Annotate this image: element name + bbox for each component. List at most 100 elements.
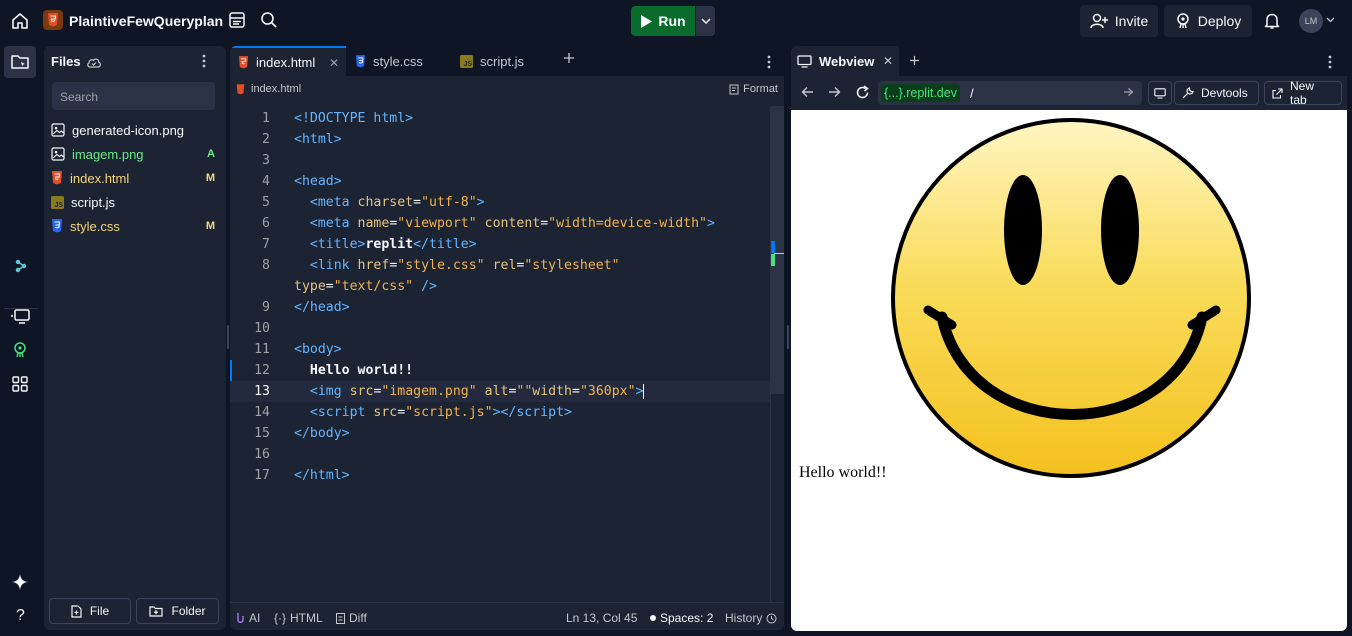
code-line: 9 </head> [262, 300, 350, 315]
ai-icon [236, 612, 245, 624]
code-line: 1 <!DOCTYPE html> [262, 111, 414, 126]
webview-page[interactable]: Hello world!! [791, 110, 1347, 631]
cloud-sync-icon [86, 56, 102, 68]
file-name: generated-icon.png [72, 122, 185, 138]
file-tree-item[interactable]: style.css M [51, 215, 219, 237]
new-tab-plus-icon[interactable] [563, 52, 575, 64]
code-line: 7 <title>replit</title> [262, 237, 477, 252]
files-resize-handle[interactable] [227, 325, 229, 349]
home-icon[interactable] [10, 11, 30, 31]
smiley-face-image [891, 118, 1251, 478]
deploy-button[interactable]: Deploy [1164, 5, 1252, 37]
reload-icon[interactable] [855, 85, 870, 100]
cursor-position[interactable]: Ln 13, Col 45 [566, 611, 637, 625]
css-icon [355, 54, 366, 68]
file-icon [71, 604, 82, 618]
tab-index-html[interactable]: index.html ✕ [230, 46, 346, 76]
close-icon[interactable]: ✕ [329, 56, 339, 70]
invite-label: Invite [1114, 13, 1149, 29]
bell-icon[interactable] [1264, 12, 1280, 30]
agent-icon[interactable] [10, 256, 30, 276]
code-line: 4 <head> [262, 174, 342, 189]
history-icon [766, 613, 777, 624]
code-area[interactable]: 1 <!DOCTYPE html> 2 <html> 3 4 <head> 5 <me… [230, 108, 770, 486]
url-host: {...}.replit.dev [881, 84, 960, 102]
url-input[interactable]: {...}.replit.dev / [878, 81, 1142, 105]
code-line: 5 <meta charset="utf-8"> [262, 195, 485, 210]
css-icon [51, 219, 63, 233]
code-line: 6 <meta name="viewport" content="width=d… [262, 216, 715, 231]
code-line: 14 <script src="script.js"></script> [254, 405, 572, 420]
more-options-icon[interactable] [1328, 55, 1332, 69]
webview-tool-icon[interactable] [10, 306, 30, 326]
sparkle-icon[interactable] [10, 572, 30, 592]
run-options-button[interactable] [696, 6, 715, 36]
tab-style-css[interactable]: style.css [347, 46, 451, 76]
new-folder-label: Folder [171, 604, 206, 618]
code-line: 2 <html> [262, 132, 342, 147]
forward-arrow-icon[interactable] [828, 86, 841, 98]
run-button[interactable]: Run [631, 6, 695, 36]
language-button[interactable]: {·} HTML [274, 611, 323, 625]
tab-webview[interactable]: Webview ✕ [791, 46, 899, 76]
more-options-icon[interactable] [202, 54, 206, 68]
file-tree-item[interactable]: JS script.js [51, 191, 219, 213]
play-icon [640, 14, 653, 28]
file-tree-item[interactable]: index.html M [51, 167, 219, 189]
files-icon[interactable] [10, 52, 30, 72]
dot-icon [650, 615, 656, 621]
scroll-cursor-marker [774, 253, 784, 254]
file-tree-item[interactable]: imagem.png A [51, 143, 219, 165]
diff-button[interactable]: Diff [336, 611, 367, 625]
avatar[interactable]: LM [1299, 9, 1323, 33]
search-icon[interactable] [260, 11, 278, 29]
deploy-label: Deploy [1197, 13, 1242, 29]
devtools-button[interactable]: Devtools [1174, 81, 1259, 105]
history-button[interactable]: History [725, 611, 777, 625]
code-line: 15 </body> [254, 426, 350, 441]
chevron-down-icon[interactable] [1326, 17, 1335, 23]
page-hello-text: Hello world!! [799, 464, 887, 481]
html-icon [238, 55, 249, 69]
breadcrumb-file[interactable]: index.html [251, 83, 301, 95]
invite-button[interactable]: Invite [1080, 5, 1158, 37]
code-line: 11 <body> [254, 342, 342, 357]
run-label: Run [658, 13, 686, 29]
code-line: 10 [254, 321, 270, 336]
file-name: index.html [70, 170, 130, 186]
close-icon[interactable]: ✕ [883, 54, 893, 68]
indentation-button[interactable]: Spaces: 2 [650, 611, 713, 625]
editor-resize-handle[interactable] [787, 325, 789, 349]
open-new-tab-button[interactable]: New tab [1264, 79, 1342, 107]
folder-icon [149, 605, 164, 617]
deployments-icon[interactable] [10, 340, 30, 360]
code-line-current: 13 <img src="imagem.png" alt=""width="36… [230, 381, 770, 402]
language-label: HTML [290, 611, 323, 625]
format-button[interactable]: Format [729, 83, 778, 95]
git-status-badge: M [205, 220, 215, 232]
files-panel: Files Search generated-icon.png imagem.pn… [44, 46, 226, 630]
new-tab-plus-icon[interactable] [909, 55, 920, 66]
all-tools-icon[interactable] [10, 374, 30, 394]
new-folder-button[interactable]: Folder [136, 598, 219, 624]
project-name[interactable]: PlaintiveFewQueryplan [69, 13, 223, 29]
code-braces-icon: {·} [274, 611, 287, 625]
devtools-label: Devtools [1201, 86, 1248, 100]
go-arrow-icon[interactable] [1123, 87, 1134, 97]
tab-label: Webview [819, 53, 875, 69]
deploy-icon [1175, 13, 1191, 29]
project-info-icon[interactable] [228, 11, 246, 29]
html-icon [51, 171, 63, 185]
file-tree-item[interactable]: generated-icon.png [51, 119, 219, 141]
new-file-button[interactable]: File [49, 598, 131, 624]
tab-script-js[interactable]: JS script.js [452, 46, 556, 76]
back-arrow-icon[interactable] [801, 86, 814, 98]
more-options-icon[interactable] [767, 55, 771, 69]
file-search-input[interactable]: Search [52, 82, 215, 110]
files-panel-title: Files [51, 54, 81, 69]
diff-icon [336, 612, 345, 624]
ai-button[interactable]: AI [236, 611, 260, 625]
project-html-icon[interactable] [43, 10, 63, 30]
device-size-button[interactable] [1148, 81, 1172, 105]
help-icon[interactable]: ? [10, 604, 30, 624]
